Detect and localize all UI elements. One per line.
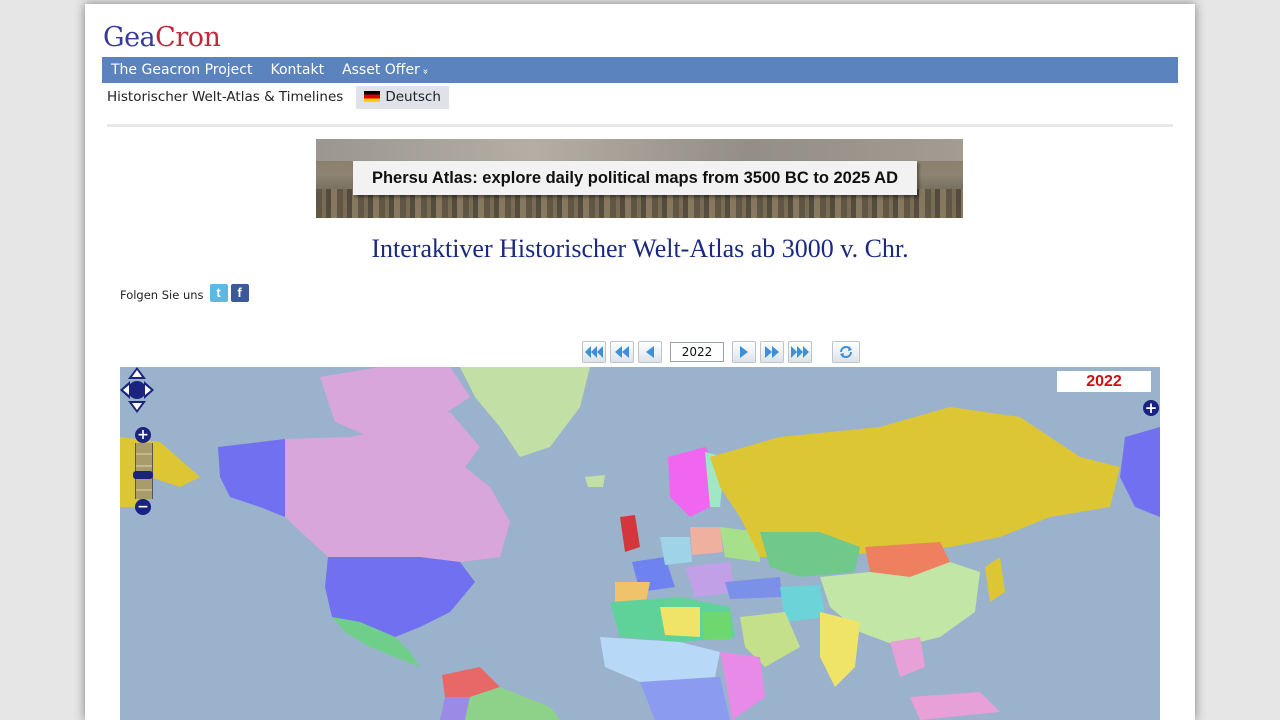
- geacron-logo[interactable]: GeaCron: [103, 22, 221, 53]
- map-region-southeast-asia: [890, 637, 925, 677]
- map-region-japan: [985, 557, 1005, 602]
- map-region-balkans: [685, 562, 735, 597]
- banner-painting-sky: [316, 139, 963, 161]
- map-region-greenland: [460, 367, 590, 457]
- twitter-icon[interactable]: t: [209, 284, 228, 302]
- map-region-poland: [690, 527, 723, 555]
- banner-caption: Phersu Atlas: explore daily political ma…: [353, 161, 917, 195]
- map-region-alaska: [218, 439, 285, 517]
- nav-geacron-project[interactable]: The Geacron Project: [102, 62, 261, 78]
- german-flag-icon: [364, 91, 381, 102]
- nav-kontakt[interactable]: Kontakt: [261, 62, 333, 78]
- map-region-central-africa: [640, 677, 730, 720]
- prev-icon[interactable]: [638, 341, 662, 363]
- nav-asset-offer[interactable]: Asset Offer»: [333, 62, 437, 78]
- map-region-alaska-wrap: [1120, 427, 1160, 517]
- map-countries: [120, 367, 1160, 720]
- map-region-libya: [660, 607, 700, 637]
- map-region-egypt: [702, 612, 732, 639]
- map-region-uk: [620, 515, 640, 552]
- step-backward-icon[interactable]: [610, 341, 634, 363]
- zoom-slider-handle[interactable]: [133, 471, 153, 479]
- map-region-india: [820, 612, 860, 687]
- map-region-east-russia-left: [120, 437, 200, 507]
- page-container: GeaCron The Geacron Project Kontakt Asse…: [85, 4, 1195, 720]
- zoom-out-button[interactable]: −: [135, 499, 151, 515]
- sub-navigation: Historischer Welt-Atlas & Timelines Deut…: [102, 85, 449, 109]
- page-title: Interaktiver Historischer Welt-Atlas ab …: [371, 234, 909, 263]
- logo-part-cron: Cron: [155, 22, 221, 53]
- main-navbar: The Geacron Project Kontakt Asset Offer»: [102, 57, 1178, 83]
- map-year-badge: 2022: [1057, 371, 1151, 392]
- map-region-indonesia: [910, 692, 1000, 720]
- language-selector[interactable]: Deutsch: [356, 85, 449, 109]
- world-map[interactable]: 2022 + + −: [120, 367, 1160, 720]
- pan-control-icon[interactable]: [120, 367, 154, 413]
- map-expand-icon[interactable]: +: [1143, 400, 1159, 416]
- next-icon[interactable]: [732, 341, 756, 363]
- map-region-sahel: [600, 637, 720, 682]
- timeline-controls: [582, 341, 864, 363]
- map-region-turkey: [725, 577, 782, 599]
- zoom-in-button[interactable]: +: [135, 427, 151, 443]
- nav-asset-offer-label: Asset Offer: [342, 62, 420, 78]
- logo-part-gea: Gea: [103, 22, 156, 53]
- facebook-icon[interactable]: f: [230, 284, 249, 302]
- follow-us: Folgen Sie uns t f: [120, 284, 249, 302]
- fast-backward-icon[interactable]: [582, 341, 606, 363]
- map-region-germany: [660, 537, 692, 565]
- atlas-timelines-link[interactable]: Historischer Welt-Atlas & Timelines: [102, 85, 348, 109]
- map-region-colombia: [440, 697, 470, 720]
- section-divider: [107, 124, 1173, 127]
- follow-label: Folgen Sie uns: [120, 288, 204, 302]
- year-input[interactable]: [670, 342, 724, 362]
- refresh-icon[interactable]: [832, 341, 860, 363]
- language-label: Deutsch: [385, 88, 441, 105]
- phersu-atlas-banner[interactable]: Phersu Atlas: explore daily political ma…: [316, 139, 963, 218]
- chevron-down-icon: »: [419, 68, 431, 75]
- map-region-canada: [285, 412, 510, 562]
- step-forward-icon[interactable]: [760, 341, 784, 363]
- fast-forward-icon[interactable]: [788, 341, 812, 363]
- map-region-iceland: [585, 475, 605, 487]
